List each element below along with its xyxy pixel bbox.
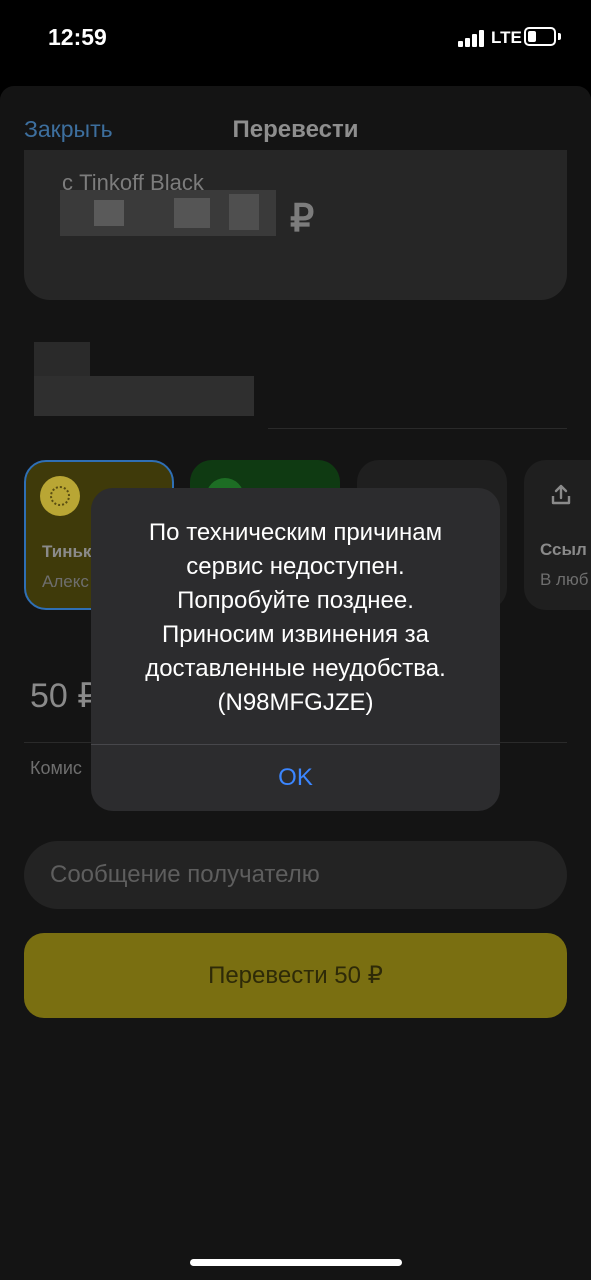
recipient-blur-1 [34,342,90,380]
amount-value[interactable]: 50 ₽ [30,676,99,716]
method-sub: В люб [540,570,589,589]
status-time: 12:59 [48,24,107,50]
alert-line: доставленные неудобства. [145,655,446,682]
method-sub: Алекс [42,572,89,591]
sheet-title: Перевести [232,116,359,143]
method-name: Ссыл [540,540,587,559]
transfer-button-label: Перевести 50 ₽ [208,962,383,989]
alert-error-code: (N98MFGJZE) [217,689,374,716]
network-type: LTE [491,28,522,47]
divider [268,428,567,429]
method-name: Тиньк [42,542,92,561]
alert-message: По техническим причинам сервис недоступе… [105,516,486,720]
alert-line: сервис недоступен. [186,553,405,580]
alert-line: Приносим извинения за [161,621,430,648]
balance-redaction-highlight [94,200,124,226]
alert-line: По техническим причинам [148,519,443,546]
source-account-card[interactable]: с Tinkoff Black ₽ [24,150,567,300]
signal-icon [458,29,486,47]
recipient-blur-2 [34,376,254,416]
method-link[interactable]: Ссыл В люб [524,460,591,610]
status-bar: 12:59 LTE [0,0,591,80]
error-alert: По техническим причинам сервис недоступе… [91,488,500,811]
transfer-button[interactable]: Перевести 50 ₽ [24,933,567,1018]
currency-symbol: ₽ [290,198,315,240]
upload-icon [551,484,571,505]
battery-icon [524,27,556,46]
message-placeholder: Сообщение получателю [50,861,320,888]
alert-line: Попробуйте позднее. [177,587,414,614]
balance-redaction-highlight [229,194,259,230]
commission-label: Комис [30,758,82,778]
alert-ok-button[interactable]: OK [91,745,500,811]
battery-tip [558,33,561,40]
balance-redaction-highlight [174,198,210,228]
message-input[interactable]: Сообщение получателю [24,841,567,909]
tinkoff-logo-icon [40,476,80,516]
home-indicator[interactable] [190,1259,402,1266]
